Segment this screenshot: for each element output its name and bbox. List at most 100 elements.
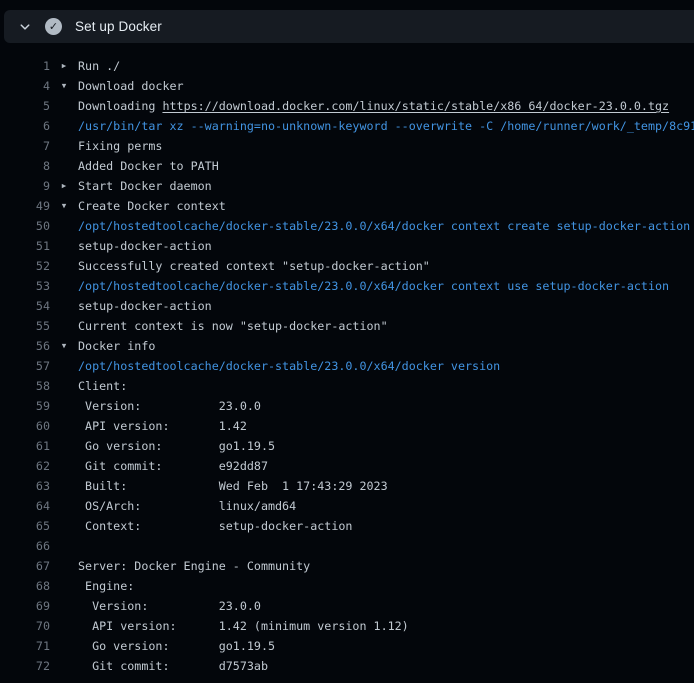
log-line: 49▼Create Docker context	[0, 196, 694, 216]
line-number[interactable]: 68	[0, 576, 50, 596]
log-line: 72 Git commit: d7573ab	[0, 656, 694, 676]
line-number[interactable]: 69	[0, 596, 50, 616]
line-number[interactable]: 63	[0, 476, 50, 496]
line-number[interactable]: 51	[0, 236, 50, 256]
line-number[interactable]: 8	[0, 156, 50, 176]
log-text: Version: 23.0.0	[78, 596, 261, 616]
log-line: 61 Go version: go1.19.5	[0, 436, 694, 456]
group-collapsed-icon[interactable]: ▶	[50, 176, 78, 196]
marker-spacer	[50, 396, 78, 416]
log-line: 68 Engine:	[0, 576, 694, 596]
log-text: API version: 1.42 (minimum version 1.12)	[78, 616, 409, 636]
marker-spacer	[50, 236, 78, 256]
log-line: 64 OS/Arch: linux/amd64	[0, 496, 694, 516]
line-number[interactable]: 7	[0, 136, 50, 156]
group-expanded-icon[interactable]: ▼	[50, 76, 78, 96]
log-text: setup-docker-action	[78, 236, 212, 256]
log-line: 53/opt/hostedtoolcache/docker-stable/23.…	[0, 276, 694, 296]
download-url-link[interactable]: https://download.docker.com/linux/static…	[162, 99, 669, 113]
line-number[interactable]: 59	[0, 396, 50, 416]
log-line: 6/usr/bin/tar xz --warning=no-unknown-ke…	[0, 116, 694, 136]
marker-spacer	[50, 316, 78, 336]
log-line: 54 setup-docker-action	[0, 296, 694, 316]
step-header[interactable]: ✓ Set up Docker	[4, 10, 694, 43]
log-line: 69 Version: 23.0.0	[0, 596, 694, 616]
marker-spacer	[50, 276, 78, 296]
line-number[interactable]: 58	[0, 376, 50, 396]
log-text: Current context is now "setup-docker-act…	[78, 316, 388, 336]
line-number[interactable]: 1	[0, 56, 50, 76]
marker-spacer	[50, 516, 78, 536]
log-line: 70 API version: 1.42 (minimum version 1.…	[0, 616, 694, 636]
line-number[interactable]: 9	[0, 176, 50, 196]
log-command-text: /opt/hostedtoolcache/docker-stable/23.0.…	[78, 356, 500, 376]
line-number[interactable]: 61	[0, 436, 50, 456]
log-text: Downloading	[78, 99, 162, 113]
marker-spacer	[50, 216, 78, 236]
line-number[interactable]: 62	[0, 456, 50, 476]
log-text: Git commit: d7573ab	[78, 656, 268, 676]
log-text: Download docker	[78, 76, 184, 96]
log-text: Fixing perms	[78, 136, 162, 156]
log-text: Version: 23.0.0	[78, 396, 261, 416]
log-line: 62 Git commit: e92dd87	[0, 456, 694, 476]
log-text: Added Docker to PATH	[78, 156, 219, 176]
marker-spacer	[50, 96, 78, 116]
marker-spacer	[50, 476, 78, 496]
log-line: 60 API version: 1.42	[0, 416, 694, 436]
marker-spacer	[50, 136, 78, 156]
log-line: 55 Current context is now "setup-docker-a…	[0, 316, 694, 336]
log-text: Start Docker daemon	[78, 176, 212, 196]
marker-spacer	[50, 616, 78, 636]
line-number[interactable]: 65	[0, 516, 50, 536]
log-line: 7 Fixing perms	[0, 136, 694, 156]
log-line: 52Successfully created context "setup-do…	[0, 256, 694, 276]
log-text: Go version: go1.19.5	[78, 636, 275, 656]
log-line: 8 Added Docker to PATH	[0, 156, 694, 176]
log-text: Engine:	[78, 576, 134, 596]
log-line: 1▶Run ./	[0, 56, 694, 76]
marker-spacer	[50, 556, 78, 576]
line-number[interactable]: 66	[0, 536, 50, 556]
log-text: OS/Arch: linux/amd64	[78, 496, 296, 516]
line-number[interactable]: 56	[0, 336, 50, 356]
line-number[interactable]: 50	[0, 216, 50, 236]
line-number[interactable]: 57	[0, 356, 50, 376]
line-number[interactable]: 5	[0, 96, 50, 116]
log-text: setup-docker-action	[78, 296, 212, 316]
marker-spacer	[50, 496, 78, 516]
marker-spacer	[50, 256, 78, 276]
line-number[interactable]: 60	[0, 416, 50, 436]
line-number[interactable]: 52	[0, 256, 50, 276]
line-number[interactable]: 67	[0, 556, 50, 576]
log-line: 9▶Start Docker daemon	[0, 176, 694, 196]
group-expanded-icon[interactable]: ▼	[50, 196, 78, 216]
line-number[interactable]: 53	[0, 276, 50, 296]
log-line: 66	[0, 536, 694, 556]
log-line: 5 Downloading https://download.docker.com…	[0, 96, 694, 116]
line-number[interactable]: 54	[0, 296, 50, 316]
line-number[interactable]: 49	[0, 196, 50, 216]
marker-spacer	[50, 416, 78, 436]
log-command-text: /opt/hostedtoolcache/docker-stable/23.0.…	[78, 276, 669, 296]
marker-spacer	[50, 436, 78, 456]
log-line: 50/opt/hostedtoolcache/docker-stable/23.…	[0, 216, 694, 236]
group-expanded-icon[interactable]: ▼	[50, 336, 78, 356]
group-collapsed-icon[interactable]: ▶	[50, 56, 78, 76]
line-number[interactable]: 64	[0, 496, 50, 516]
log-line: 67Server: Docker Engine - Community	[0, 556, 694, 576]
log-line: 59 Version: 23.0.0	[0, 396, 694, 416]
log-line: 71 Go version: go1.19.5	[0, 636, 694, 656]
chevron-down-icon[interactable]	[17, 19, 33, 35]
line-number[interactable]: 55	[0, 316, 50, 336]
line-number[interactable]: 72	[0, 656, 50, 676]
line-number[interactable]: 4	[0, 76, 50, 96]
log-text: Context: setup-docker-action	[78, 516, 352, 536]
line-number[interactable]: 71	[0, 636, 50, 656]
line-number[interactable]: 70	[0, 616, 50, 636]
marker-spacer	[50, 656, 78, 676]
line-number[interactable]: 6	[0, 116, 50, 136]
marker-spacer	[50, 576, 78, 596]
log-text: API version: 1.42	[78, 416, 247, 436]
marker-spacer	[50, 296, 78, 316]
